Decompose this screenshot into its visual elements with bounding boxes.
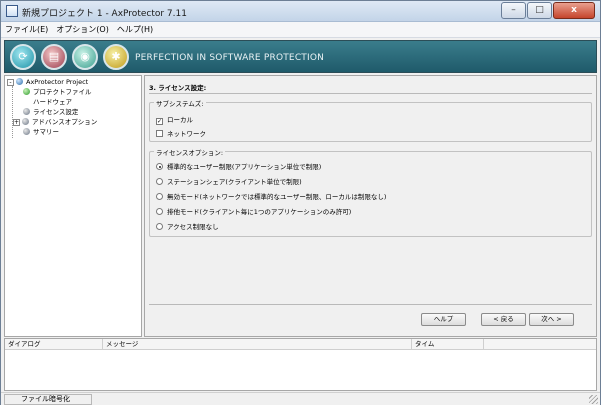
option-label: ステーションシェア(クライアント単位で制限) <box>167 178 302 186</box>
divider <box>149 304 592 305</box>
option-label: 標準的なユーザー制限(アプリケーション単位で制限) <box>167 163 322 171</box>
banner: ⟳ ▤ ◉ ✱ PERFECTION IN SOFTWARE PROTECTIO… <box>4 40 597 73</box>
radio-no-access-limit[interactable]: アクセス制限なし <box>156 222 219 232</box>
radio-disabled-mode[interactable]: 無効モード(ネットワークでは標準的なユーザー制限、ローカルは制限なし) <box>156 192 386 202</box>
section-title: 3. ライセンス設定: <box>149 84 207 92</box>
window-controls: – □ x <box>500 2 595 19</box>
option-label: ネットワーク <box>167 130 206 138</box>
tree-item-root[interactable]: - AxProtector Project <box>7 77 88 87</box>
next-button[interactable]: 次へ > <box>529 313 574 326</box>
radio-icon[interactable] <box>156 178 163 185</box>
network-checkbox[interactable]: ネットワーク <box>156 129 206 139</box>
app-window: 新規プロジェクト 1 - AxProtector 7.11 – □ x ファイル… <box>0 0 601 405</box>
maximize-button[interactable]: □ <box>527 2 552 19</box>
license-options-group: ライセンスオプション: 標準的なユーザー制限(アプリケーション単位で制限) ステ… <box>149 147 592 237</box>
tree-item-summary[interactable]: サマリー <box>23 127 59 137</box>
menu-bar: ファイル(E) オプション(O) ヘルプ(H) <box>1 22 600 38</box>
option-label: 無効モード(ネットワークでは標準的なユーザー制限、ローカルは制限なし) <box>167 193 387 201</box>
menu-help[interactable]: ヘルプ(H) <box>117 24 153 35</box>
shield-icon[interactable]: ◉ <box>72 44 98 70</box>
gear-icon <box>22 118 29 125</box>
app-icon <box>6 5 18 17</box>
tree-item-hardware[interactable]: ハードウェア <box>33 97 72 107</box>
group-legend: サブシステムズ: <box>154 98 206 108</box>
option-label: アクセス制限なし <box>167 223 219 231</box>
radio-selected-icon[interactable] <box>156 163 163 170</box>
tree-item-label: AxProtector Project <box>26 78 89 86</box>
divider <box>149 93 592 94</box>
group-legend: ライセンスオプション: <box>154 147 226 157</box>
project-icon <box>16 78 23 85</box>
radio-icon[interactable] <box>156 193 163 200</box>
checkbox-checked-icon[interactable]: ✓ <box>156 118 163 125</box>
checkbox-icon[interactable] <box>156 130 163 137</box>
menu-file[interactable]: ファイル(E) <box>5 24 48 35</box>
status-label: ファイル暗号化 <box>4 394 92 405</box>
window-title: 新規プロジェクト 1 - AxProtector 7.11 <box>22 9 187 19</box>
tree-item-protect-file[interactable]: プロテクトファイル <box>23 87 92 97</box>
option-label: ローカル <box>167 116 193 124</box>
minimize-button[interactable]: – <box>501 2 526 19</box>
radio-station-share[interactable]: ステーションシェア(クライアント単位で制限) <box>156 177 302 187</box>
log-header: ダイアログ メッセージ タイム <box>5 339 596 350</box>
menu-options[interactable]: オプション(O) <box>56 24 109 35</box>
expand-icon[interactable]: + <box>13 119 20 126</box>
gear-icon <box>23 108 30 115</box>
tree-item-license-settings[interactable]: ライセンス設定 <box>23 107 78 117</box>
tree-item-label: サマリー <box>33 128 59 136</box>
status-bar: ファイル暗号化 <box>1 392 600 405</box>
column-message[interactable]: メッセージ <box>103 339 412 350</box>
collapse-icon[interactable]: - <box>7 79 14 86</box>
subsystems-group: サブシステムズ: ✓ ローカル ネットワーク <box>149 98 592 142</box>
radio-standard-user-limit[interactable]: 標準的なユーザー制限(アプリケーション単位で制限) <box>156 162 321 172</box>
log-panel: ダイアログ メッセージ タイム <box>4 338 597 391</box>
tree-item-label: アドバンスオプション <box>32 118 98 126</box>
project-tree: - AxProtector Project プロテクトファイル ハードウェア ライ… <box>4 75 142 337</box>
tree-item-advanced-options[interactable]: + アドバンスオプション <box>13 117 97 127</box>
refresh-icon[interactable]: ⟳ <box>10 44 36 70</box>
tree-item-label: ハードウェア <box>33 98 72 106</box>
tree-item-label: プロテクトファイル <box>33 88 92 96</box>
column-time[interactable]: タイム <box>412 339 484 350</box>
banner-slogan: PERFECTION IN SOFTWARE PROTECTION <box>135 53 325 63</box>
page-icon[interactable]: ▤ <box>41 44 67 70</box>
local-checkbox[interactable]: ✓ ローカル <box>156 115 193 125</box>
resize-grip-icon[interactable] <box>589 395 598 404</box>
radio-icon[interactable] <box>156 208 163 215</box>
close-button[interactable]: x <box>553 2 595 19</box>
gear-icon <box>23 128 30 135</box>
radio-exclusive-mode[interactable]: 排他モード(クライアント毎に1つのアプリケーションのみ許可) <box>156 207 351 217</box>
ok-icon <box>23 88 30 95</box>
back-button[interactable]: < 戻る <box>481 313 526 326</box>
license-settings-panel: 3. ライセンス設定: サブシステムズ: ✓ ローカル ネットワーク ライセンスオ… <box>144 75 597 337</box>
title-bar[interactable]: 新規プロジェクト 1 - AxProtector 7.11 – □ x <box>1 1 600 22</box>
tree-item-label: ライセンス設定 <box>33 108 79 116</box>
gear-icon[interactable]: ✱ <box>103 44 129 70</box>
radio-icon[interactable] <box>156 223 163 230</box>
column-dialog[interactable]: ダイアログ <box>5 339 103 350</box>
option-label: 排他モード(クライアント毎に1つのアプリケーションのみ許可) <box>167 208 352 216</box>
help-button[interactable]: ヘルプ <box>421 313 466 326</box>
